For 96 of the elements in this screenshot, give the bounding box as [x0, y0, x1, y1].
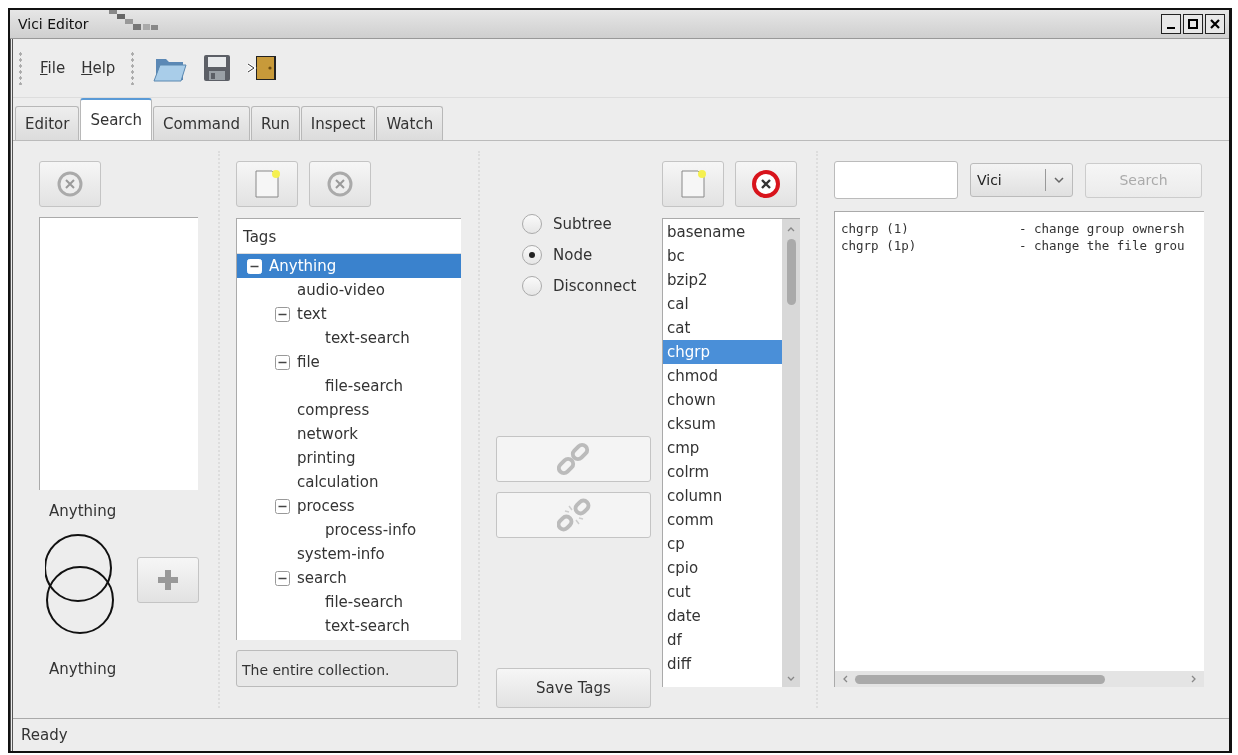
- remove-tag-button[interactable]: [309, 161, 371, 207]
- command-item[interactable]: cksum: [663, 412, 782, 436]
- tree-item[interactable]: text-search: [237, 326, 461, 350]
- tree-item[interactable]: audio-video: [237, 278, 461, 302]
- collapse-icon[interactable]: [275, 306, 290, 322]
- tree-item[interactable]: text: [237, 302, 461, 326]
- tree-item[interactable]: file-search: [237, 590, 461, 614]
- circle-x-icon: [751, 169, 781, 199]
- maximize-icon: [1186, 17, 1200, 31]
- unlink-button[interactable]: [496, 492, 651, 538]
- command-item[interactable]: date: [663, 604, 782, 628]
- plus-icon: [155, 567, 181, 593]
- window-title: Vici Editor: [18, 16, 89, 32]
- command-item[interactable]: cp: [663, 532, 782, 556]
- result-name: chgrp (1p): [841, 237, 918, 254]
- command-item[interactable]: diff: [663, 652, 782, 676]
- minimize-icon: [1167, 27, 1175, 29]
- tree-item[interactable]: system-info: [237, 542, 461, 566]
- tab[interactable]: Search: [80, 98, 152, 140]
- broken-link-icon: [556, 498, 591, 532]
- tree-item[interactable]: calculation: [237, 470, 461, 494]
- command-item[interactable]: bc: [663, 244, 782, 268]
- search-field[interactable]: [834, 161, 958, 199]
- scroll-down-icon[interactable]: [786, 675, 796, 683]
- set-label: Anything: [49, 660, 117, 678]
- remove-button[interactable]: [39, 161, 101, 207]
- save-icon[interactable]: [202, 53, 233, 83]
- command-item[interactable]: cpio: [663, 556, 782, 580]
- status-text: Ready: [21, 726, 68, 744]
- exit-door-icon[interactable]: [246, 53, 279, 83]
- source-dropdown[interactable]: Vici: [970, 163, 1073, 197]
- tree-item[interactable]: file: [237, 350, 461, 374]
- tab[interactable]: Editor: [15, 106, 80, 140]
- circle-x-icon: [56, 170, 84, 198]
- radio-option[interactable]: Disconnect: [522, 275, 651, 297]
- command-item[interactable]: comm: [663, 508, 782, 532]
- vertical-scrollbar[interactable]: [782, 219, 800, 687]
- command-item[interactable]: chown: [663, 388, 782, 412]
- tree-item[interactable]: compress: [237, 398, 461, 422]
- scrollbar-thumb[interactable]: [855, 674, 1105, 684]
- tree-item[interactable]: file-search: [237, 374, 461, 398]
- command-item[interactable]: colrm: [663, 460, 782, 484]
- new-command-button[interactable]: [662, 161, 724, 207]
- new-document-icon: [678, 168, 708, 200]
- tree-item[interactable]: printing: [237, 446, 461, 470]
- result-description: - change the file grou: [1019, 237, 1185, 254]
- new-document-icon: [252, 168, 282, 200]
- scroll-right-icon[interactable]: [1190, 674, 1198, 684]
- command-item[interactable]: cat: [663, 316, 782, 340]
- chain-link-icon: [556, 442, 591, 476]
- menu-item[interactable]: File: [40, 59, 66, 77]
- scroll-up-icon[interactable]: [786, 225, 796, 233]
- horizontal-scrollbar[interactable]: [835, 671, 1204, 687]
- scroll-left-icon[interactable]: [841, 674, 849, 684]
- tree-item[interactable]: network: [237, 422, 461, 446]
- radio-option[interactable]: Subtree: [522, 213, 651, 235]
- command-item[interactable]: cut: [663, 580, 782, 604]
- delete-command-button[interactable]: [735, 161, 797, 207]
- description-field[interactable]: The entire collection.: [236, 650, 458, 687]
- tab[interactable]: Watch: [376, 106, 444, 140]
- link-button[interactable]: [496, 436, 651, 482]
- result-name: chgrp (1): [841, 220, 910, 237]
- set-label: Anything: [49, 502, 117, 520]
- tree-item[interactable]: text-search: [237, 614, 461, 638]
- close-icon: [1208, 17, 1222, 31]
- new-tag-button[interactable]: [236, 161, 298, 207]
- command-item[interactable]: bzip2: [663, 268, 782, 292]
- circle-x-icon: [326, 170, 354, 198]
- add-button[interactable]: [137, 557, 199, 603]
- collapse-icon[interactable]: [275, 354, 290, 370]
- radio-option[interactable]: Node: [522, 244, 651, 266]
- close-button[interactable]: [1205, 14, 1225, 34]
- tab[interactable]: Command: [152, 106, 251, 140]
- tab[interactable]: Run: [251, 106, 300, 140]
- result-description: - change group ownersh: [1019, 220, 1185, 237]
- tab[interactable]: Inspect: [300, 106, 376, 140]
- toolbar-grip[interactable]: [19, 51, 22, 85]
- maximize-button[interactable]: [1183, 14, 1203, 34]
- save-tags-button[interactable]: Save Tags: [496, 668, 651, 708]
- minimize-button[interactable]: [1161, 14, 1181, 34]
- tree-item[interactable]: search: [237, 566, 461, 590]
- menu-item[interactable]: Help: [81, 59, 116, 77]
- command-item[interactable]: basename: [663, 220, 782, 244]
- toolbar-grip[interactable]: [131, 51, 135, 85]
- tree-item[interactable]: Anything: [237, 254, 461, 278]
- collapse-icon[interactable]: [275, 498, 290, 514]
- chevron-down-icon: [1052, 175, 1066, 185]
- command-item[interactable]: chmod: [663, 364, 782, 388]
- tree-item[interactable]: process-info: [237, 518, 461, 542]
- command-item[interactable]: df: [663, 628, 782, 652]
- command-item[interactable]: cmp: [663, 436, 782, 460]
- tree-item[interactable]: process: [237, 494, 461, 518]
- scrollbar-thumb[interactable]: [786, 239, 796, 305]
- collapse-icon[interactable]: [275, 570, 290, 586]
- command-item[interactable]: column: [663, 484, 782, 508]
- command-item[interactable]: cal: [663, 292, 782, 316]
